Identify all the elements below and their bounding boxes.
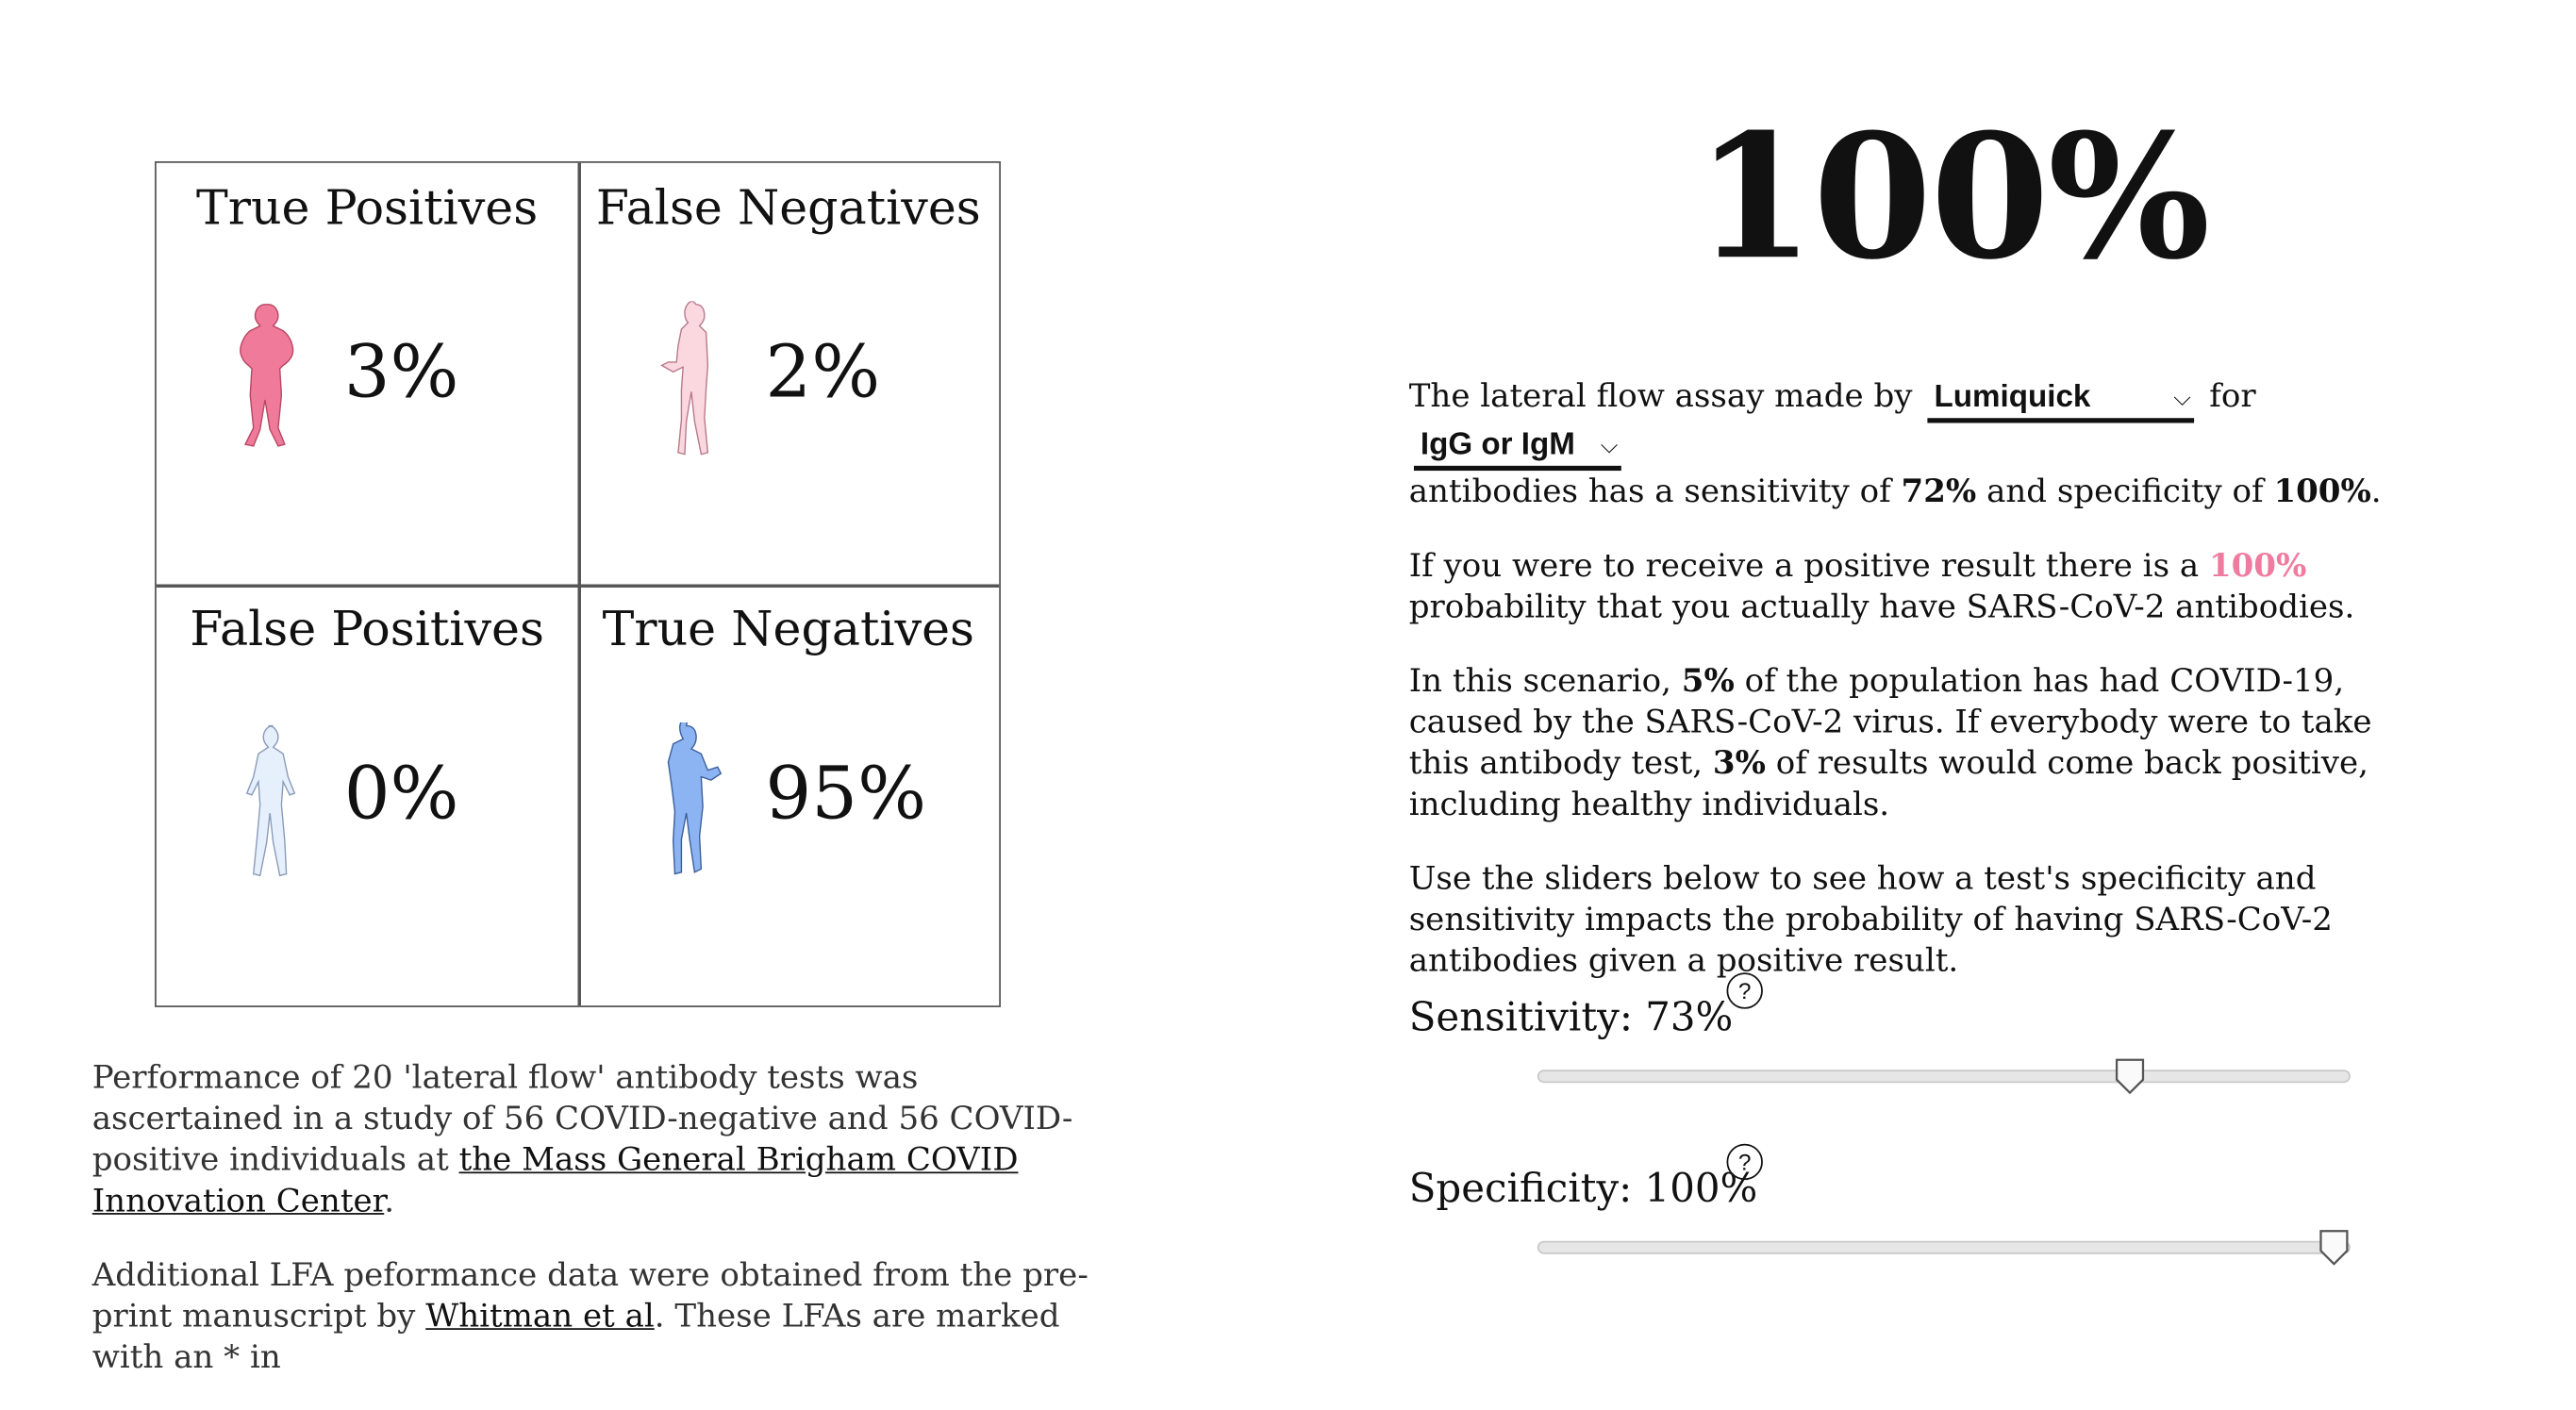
person-silhouette xyxy=(660,301,709,456)
cell-percent: 95% xyxy=(765,752,927,837)
text: In this scenario, xyxy=(1408,661,1682,700)
person-icon xyxy=(660,301,709,456)
sensitivity-label: Sensitivity: 73% xyxy=(1408,993,1734,1040)
cell-true-negatives: True Negatives 95% xyxy=(577,584,999,1005)
specificity-slider-thumb[interactable] xyxy=(2319,1230,2349,1266)
positive-rate-value: 3% xyxy=(1712,743,1766,782)
specificity-help-icon[interactable]: ? xyxy=(1726,1143,1763,1181)
cell-percent: 3% xyxy=(343,330,459,415)
text: The lateral flow assay made by xyxy=(1408,376,1913,415)
text: for xyxy=(2209,376,2256,415)
text: If you were to receive a positive result… xyxy=(1408,546,2209,585)
text: . xyxy=(2370,472,2382,510)
specificity-value: 100% xyxy=(2273,472,2371,510)
person-silhouette xyxy=(667,722,723,875)
antibody-select-value: IgG or IgM xyxy=(1420,427,1575,463)
cell-title: False Positives xyxy=(190,600,544,657)
prevalence-value: 5% xyxy=(1681,661,1735,700)
cell-percent: 2% xyxy=(765,330,881,415)
sensitivity-value: 72% xyxy=(1901,472,1977,510)
text: . xyxy=(384,1181,395,1220)
antibody-select[interactable]: IgG or IgM ⌵ xyxy=(1413,424,1621,472)
left-description: Performance of 20 'lateral flow' antibod… xyxy=(92,1056,1096,1410)
maker-select[interactable]: Lumiquick ⌵ xyxy=(1927,377,2195,423)
scenario-paragraph: In this scenario, 5% of the population h… xyxy=(1409,660,2430,825)
cell-false-negatives: False Negatives 2% xyxy=(577,163,999,585)
person-icon xyxy=(240,304,294,447)
person-icon xyxy=(667,722,723,875)
cell-false-positives: False Positives 0% xyxy=(157,584,578,1005)
cell-percent: 0% xyxy=(343,752,459,837)
cell-title: True Negatives xyxy=(602,600,975,657)
specificity-label: Specificity: 100% xyxy=(1408,1165,1758,1212)
slider-instructions: Use the sliders below to see how a test'… xyxy=(1408,858,2333,980)
text: antibodies has a sensitivity of xyxy=(1408,472,1902,510)
additional-data-paragraph: Additional LFA peformance data were obta… xyxy=(92,1254,1096,1378)
intro-paragraph: The lateral flow assay made by Lumiquick… xyxy=(1409,375,2430,512)
maker-select-value: Lumiquick xyxy=(1934,380,2091,415)
probability-display: 100% xyxy=(1695,95,2210,298)
confusion-grid: True Positives 3% False Negatives 2% Fal… xyxy=(155,161,1001,1007)
probability-paragraph: If you were to receive a positive result… xyxy=(1409,545,2430,627)
probability-highlight: 100% xyxy=(2208,546,2307,585)
sensitivity-help-icon[interactable]: ? xyxy=(1726,972,1763,1009)
specificity-slider-track[interactable] xyxy=(1537,1230,2351,1266)
cell-title: False Negatives xyxy=(595,179,981,236)
text: and specificity of xyxy=(1976,472,2274,510)
whitman-link[interactable]: Whitman et al xyxy=(425,1297,655,1335)
sensitivity-slider-thumb[interactable] xyxy=(2116,1058,2145,1095)
cell-true-positives: True Positives 3% xyxy=(157,163,578,585)
text: probability that you actually have SARS-… xyxy=(1408,587,2355,626)
person-silhouette xyxy=(245,724,296,877)
sensitivity-slider-track[interactable] xyxy=(1537,1058,2351,1095)
cell-title: True Positives xyxy=(196,179,539,236)
right-description: The lateral flow assay made by Lumiquick… xyxy=(1409,375,2430,1014)
person-icon xyxy=(245,724,296,877)
chevron-down-icon: ⌵ xyxy=(1600,431,1619,458)
person-silhouette xyxy=(240,304,294,447)
study-paragraph: Performance of 20 'lateral flow' antibod… xyxy=(92,1056,1096,1221)
chevron-down-icon: ⌵ xyxy=(2173,383,2191,410)
